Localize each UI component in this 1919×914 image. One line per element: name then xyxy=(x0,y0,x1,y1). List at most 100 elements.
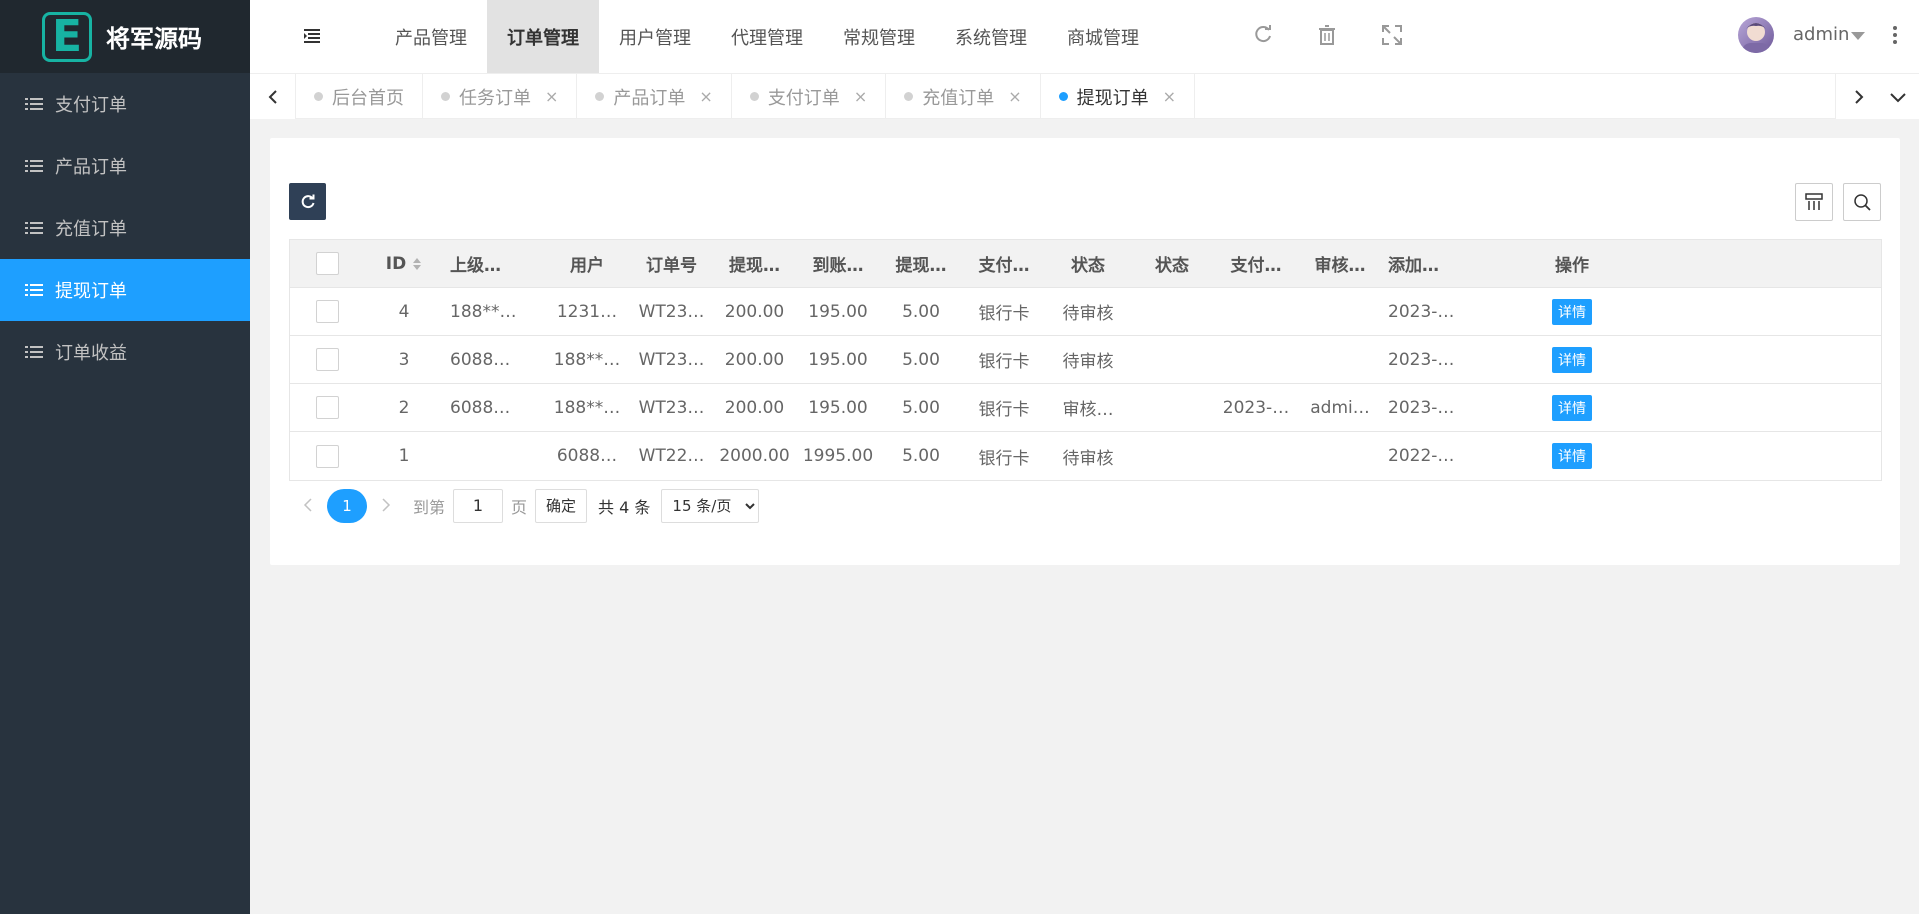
tab-status-dot xyxy=(749,92,759,101)
row-checkbox[interactable] xyxy=(315,252,339,275)
list-icon xyxy=(25,346,43,358)
top-menu-item[interactable]: 系统管理 xyxy=(935,0,1047,73)
top-menu-item[interactable]: 产品管理 xyxy=(375,0,487,73)
sidebar-item[interactable]: 充值订单 xyxy=(0,197,250,259)
table-cell: 195.00 xyxy=(808,397,868,418)
table-cell: 2023-… xyxy=(1388,301,1455,322)
sidebar-item[interactable]: 订单收益 xyxy=(0,321,250,383)
menu-toggle-icon[interactable] xyxy=(302,26,322,46)
actions-cell: 详情 xyxy=(1482,298,1662,325)
checkbox-cell xyxy=(290,348,364,371)
table-refresh-button[interactable] xyxy=(289,183,326,220)
detail-button[interactable]: 详情 xyxy=(1552,346,1592,373)
table-cell: 银行卡 xyxy=(978,448,1030,469)
tab-label: 后台首页 xyxy=(332,87,404,109)
goto-page-input[interactable] xyxy=(453,488,504,523)
top-menu-item[interactable]: 用户管理 xyxy=(599,0,711,73)
column-header: 上级… xyxy=(450,256,501,276)
detail-button[interactable]: 详情 xyxy=(1552,443,1592,469)
tab[interactable]: 产品订单 × xyxy=(577,74,732,119)
tab[interactable]: 后台首页 xyxy=(296,74,423,119)
trash-icon[interactable] xyxy=(1316,24,1338,46)
column-header: 状态 xyxy=(1071,256,1105,276)
close-icon[interactable]: × xyxy=(1008,87,1021,106)
top-menu-item[interactable]: 订单管理 xyxy=(487,0,599,73)
checkbox-cell xyxy=(290,396,364,419)
top-menu-item[interactable]: 常规管理 xyxy=(823,0,935,73)
close-icon[interactable]: × xyxy=(545,87,558,106)
sort-icon[interactable] xyxy=(412,257,422,271)
sidebar-nav: 支付订单 产品订单 充值订单提现订单订单收益 xyxy=(0,73,250,383)
chevron-down-icon[interactable] xyxy=(1851,32,1865,40)
column-header: 提现… xyxy=(895,256,947,276)
tab-status-dot xyxy=(904,92,914,101)
table-cell: admi… xyxy=(1310,397,1370,418)
table-cell: 1 xyxy=(398,446,410,466)
id-column-header[interactable]: ID xyxy=(364,254,444,274)
columns-filter-button[interactable] xyxy=(1795,183,1833,221)
more-vertical-icon[interactable] xyxy=(1892,24,1898,46)
tab[interactable]: 任务订单 × xyxy=(423,74,578,119)
chevron-down-icon xyxy=(1890,92,1906,102)
goto-confirm-button[interactable]: 确定 xyxy=(535,488,588,523)
sidebar-item[interactable]: 产品订单 xyxy=(0,135,250,197)
sidebar-item-label: 订单收益 xyxy=(55,343,127,364)
column-header: 审核… xyxy=(1314,256,1366,276)
top-menu-item[interactable]: 代理管理 xyxy=(711,0,823,73)
page-number-current[interactable]: 1 xyxy=(327,488,367,523)
column-header: 到账… xyxy=(812,256,864,276)
withdraw-orders-table: ID 上级… 用户 订单号 提现… 到账… 提现… 支付… 状态 状态 支付… 审核… 添加… 操作 4 18… xyxy=(289,239,1882,481)
detail-button[interactable]: 详情 xyxy=(1552,298,1592,325)
fullscreen-icon[interactable] xyxy=(1381,24,1403,46)
table-cell: 审核… xyxy=(1062,400,1114,420)
row-checkbox[interactable] xyxy=(315,396,339,419)
actions-cell: 详情 xyxy=(1482,346,1662,373)
total-count: 共 4 条 xyxy=(598,497,651,517)
table-cell: 6088… xyxy=(450,349,511,370)
row-checkbox[interactable] xyxy=(315,348,339,371)
tab[interactable]: 提现订单 × xyxy=(1041,74,1196,119)
table-cell: 195.00 xyxy=(808,301,868,322)
column-header: 添加… xyxy=(1388,256,1439,276)
table-cell: 2023-… xyxy=(1388,349,1455,370)
close-icon[interactable]: × xyxy=(854,87,867,106)
page-size-select[interactable]: 15 条/页 xyxy=(661,488,760,523)
refresh-icon[interactable] xyxy=(1252,24,1274,46)
checkbox-cell xyxy=(290,252,364,275)
row-checkbox[interactable] xyxy=(315,444,339,468)
prev-page-button[interactable] xyxy=(289,494,327,518)
checkbox-cell xyxy=(290,300,364,323)
table-cell: WT23… xyxy=(638,301,705,322)
column-header: 操作 xyxy=(1555,256,1589,276)
search-button[interactable] xyxy=(1843,183,1881,221)
column-header: 支付… xyxy=(1230,256,1282,276)
tab[interactable]: 充值订单 × xyxy=(886,74,1041,119)
table-cell: 5.00 xyxy=(902,397,940,418)
row-checkbox[interactable] xyxy=(315,300,339,323)
next-page-button[interactable] xyxy=(367,494,405,518)
table-cell: 188**… xyxy=(553,397,621,418)
sidebar-item[interactable]: 支付订单 xyxy=(0,73,250,135)
tab-menu-button[interactable] xyxy=(1875,74,1919,119)
refresh-icon xyxy=(301,194,314,208)
tab[interactable]: 支付订单 × xyxy=(732,74,887,119)
close-icon[interactable]: × xyxy=(699,87,712,106)
tab-scroll-left-button[interactable] xyxy=(250,74,296,119)
username[interactable]: admin xyxy=(1793,24,1849,45)
columns-icon xyxy=(1805,193,1823,210)
avatar[interactable] xyxy=(1738,17,1774,53)
sidebar-item-label: 提现订单 xyxy=(55,281,127,302)
table-cell: 待审核 xyxy=(1062,448,1114,469)
detail-button[interactable]: 详情 xyxy=(1552,394,1592,421)
sidebar-item[interactable]: 提现订单 xyxy=(0,259,250,321)
table-cell: 2023-… xyxy=(1222,397,1290,418)
logo-text: 将军源码 xyxy=(106,25,202,53)
table-cell: 6088… xyxy=(450,397,511,418)
content-card: ID 上级… 用户 订单号 提现… 到账… 提现… 支付… 状态 状态 支付… 审核… 添加… 操作 4 18… xyxy=(270,138,1900,565)
table-cell: 200.00 xyxy=(724,349,785,370)
top-menu-item[interactable]: 商城管理 xyxy=(1047,0,1159,73)
table-cell: 195.00 xyxy=(808,349,868,370)
tab-status-dot xyxy=(314,92,323,101)
close-icon[interactable]: × xyxy=(1163,87,1176,106)
table-cell: 5.00 xyxy=(902,301,940,322)
